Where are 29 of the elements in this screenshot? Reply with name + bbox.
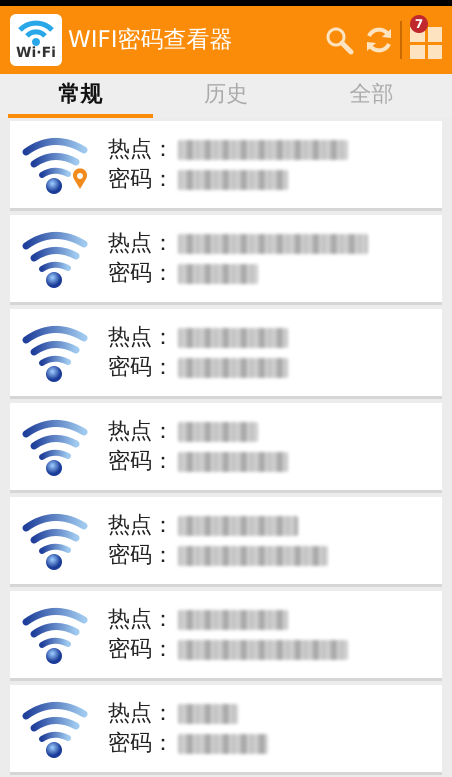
network-card[interactable]: 热点： 密码： — [10, 121, 442, 211]
password-label: 密码： — [108, 168, 174, 190]
notification-badge: 7 — [410, 15, 428, 33]
network-card[interactable]: 热点： 密码： — [10, 591, 442, 681]
logo-text: Wi·Fi — [16, 46, 56, 60]
password-label: 密码： — [108, 638, 174, 660]
wifi-signal-icon — [17, 20, 55, 46]
password-label: 密码： — [108, 544, 174, 566]
network-card[interactable]: 热点： 密码： — [10, 403, 442, 493]
hotspot-label: 热点： — [108, 326, 174, 348]
hotspot-label: 热点： — [108, 420, 174, 442]
app-title: WIFI密码查看器 — [68, 26, 234, 55]
password-label: 密码： — [108, 356, 174, 378]
app-logo[interactable]: Wi·Fi — [10, 14, 62, 66]
hotspot-label: 热点： — [108, 138, 174, 160]
search-icon[interactable] — [324, 25, 354, 55]
network-card[interactable]: 热点： 密码： — [10, 497, 442, 587]
password-label: 密码： — [108, 732, 174, 754]
hotspot-label: 热点： — [108, 702, 174, 724]
refresh-icon[interactable] — [364, 25, 394, 55]
apps-grid-icon[interactable] — [410, 27, 442, 59]
hotspot-label: 热点： — [108, 232, 174, 254]
password-label: 密码： — [108, 450, 174, 472]
network-card[interactable]: 热点： 密码： — [10, 309, 442, 399]
password-label: 密码： — [108, 262, 174, 284]
network-card[interactable]: 热点： 密码： — [10, 215, 442, 305]
hotspot-label: 热点： — [108, 514, 174, 536]
hotspot-label: 热点： — [108, 608, 174, 630]
network-card[interactable]: 热点： 密码： — [10, 685, 442, 775]
